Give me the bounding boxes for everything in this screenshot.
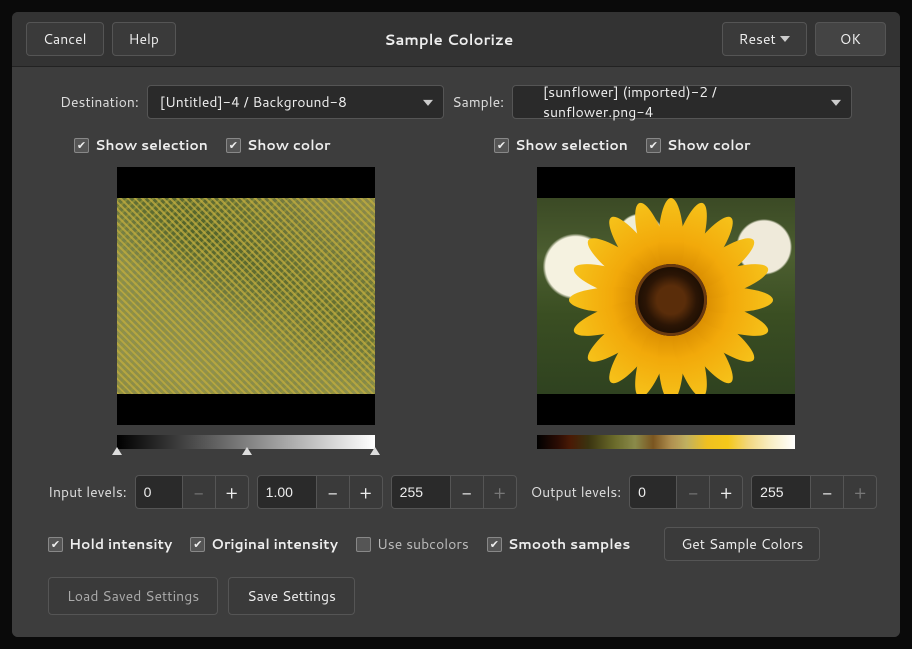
- checkbox-icon: [190, 537, 205, 552]
- checkbox-label: Use subcolors: [377, 534, 469, 554]
- ok-button[interactable]: OK: [815, 22, 886, 56]
- titlebar: Cancel Help Sample Colorize Reset OK: [12, 12, 900, 67]
- checkbox-label: Show color: [247, 135, 331, 155]
- destination-label: Destination:: [60, 92, 139, 112]
- sample-value: [sunflower] (imported)-2 / sunflower.png…: [543, 82, 819, 122]
- output-high-plus[interactable]: +: [843, 475, 877, 509]
- slider-handle-mid[interactable]: [242, 447, 252, 455]
- cancel-button[interactable]: Cancel: [26, 22, 104, 56]
- get-sample-colors-button[interactable]: Get Sample Colors: [664, 527, 820, 561]
- input-level-slider[interactable]: [117, 449, 375, 459]
- checkbox-label: Show selection: [95, 135, 208, 155]
- sunflower-center: [635, 264, 707, 336]
- hold-intensity-checkbox[interactable]: Hold intensity: [48, 534, 172, 554]
- output-high-minus[interactable]: −: [810, 475, 844, 509]
- input-high-minus[interactable]: −: [450, 475, 484, 509]
- sample-preview[interactable]: [537, 167, 795, 425]
- checkbox-label: Show selection: [515, 135, 628, 155]
- sample-show-selection-checkbox[interactable]: Show selection: [494, 135, 628, 155]
- reset-button[interactable]: Reset: [722, 22, 807, 56]
- dest-show-color-checkbox[interactable]: Show color: [226, 135, 331, 155]
- checkbox-icon: [226, 138, 241, 153]
- output-high-field[interactable]: [751, 475, 811, 509]
- smooth-samples-checkbox[interactable]: Smooth samples: [487, 534, 631, 554]
- destination-panel: Show selection Show color: [50, 135, 442, 459]
- use-subcolors-checkbox[interactable]: Use subcolors: [356, 534, 469, 554]
- input-high-field[interactable]: [391, 475, 451, 509]
- checkbox-label: Original intensity: [211, 534, 338, 554]
- input-high-plus[interactable]: +: [483, 475, 517, 509]
- help-button[interactable]: Help: [112, 22, 176, 56]
- sample-show-color-checkbox[interactable]: Show color: [646, 135, 751, 155]
- checkbox-icon: [494, 138, 509, 153]
- save-settings-button[interactable]: Save Settings: [228, 577, 355, 615]
- dialog-body: Destination: [Untitled]-4 / Background-8…: [12, 67, 900, 637]
- checkbox-icon: [356, 537, 371, 552]
- output-low-plus[interactable]: +: [709, 475, 743, 509]
- destination-value: [Untitled]-4 / Background-8: [160, 92, 347, 112]
- input-low-plus[interactable]: +: [215, 475, 249, 509]
- reset-label: Reset: [739, 29, 776, 49]
- checkbox-label: Smooth samples: [508, 534, 631, 554]
- dialog-title: Sample Colorize: [176, 29, 722, 50]
- destination-dropdown[interactable]: [Untitled]-4 / Background-8: [147, 85, 444, 119]
- input-gamma-plus[interactable]: +: [349, 475, 383, 509]
- input-gamma-minus[interactable]: −: [316, 475, 350, 509]
- sample-gradient[interactable]: [537, 435, 795, 449]
- slider-handle-low[interactable]: [112, 447, 122, 455]
- output-level-slider[interactable]: [537, 449, 795, 459]
- sample-image: [537, 198, 795, 394]
- sunflower-graphic: [586, 215, 756, 385]
- load-saved-settings-button[interactable]: Load Saved Settings: [48, 577, 218, 615]
- checkbox-icon: [74, 138, 89, 153]
- destination-image: [117, 198, 375, 394]
- input-gamma-field[interactable]: [257, 475, 317, 509]
- checkbox-label: Show color: [667, 135, 751, 155]
- slider-handle-high[interactable]: [370, 447, 380, 455]
- input-low-field[interactable]: [135, 475, 183, 509]
- output-low-minus[interactable]: −: [676, 475, 710, 509]
- checkbox-label: Hold intensity: [69, 534, 172, 554]
- chevron-down-icon: [780, 36, 790, 42]
- checkbox-icon: [646, 138, 661, 153]
- sample-colorize-dialog: Cancel Help Sample Colorize Reset OK Des…: [12, 12, 900, 637]
- checkbox-icon: [48, 537, 63, 552]
- dropdown-icon: [831, 100, 841, 106]
- sample-label: Sample:: [452, 92, 504, 112]
- input-low-minus[interactable]: −: [182, 475, 216, 509]
- input-levels-label: Input levels:: [48, 482, 127, 502]
- output-low-field[interactable]: [629, 475, 677, 509]
- checkbox-icon: [487, 537, 502, 552]
- dest-show-selection-checkbox[interactable]: Show selection: [74, 135, 208, 155]
- sample-dropdown[interactable]: [sunflower] (imported)-2 / sunflower.png…: [512, 85, 852, 119]
- dropdown-icon: [423, 100, 433, 106]
- sample-panel: Show selection Show color: [470, 135, 862, 459]
- destination-preview[interactable]: [117, 167, 375, 425]
- original-intensity-checkbox[interactable]: Original intensity: [190, 534, 338, 554]
- output-levels-label: Output levels:: [531, 482, 622, 502]
